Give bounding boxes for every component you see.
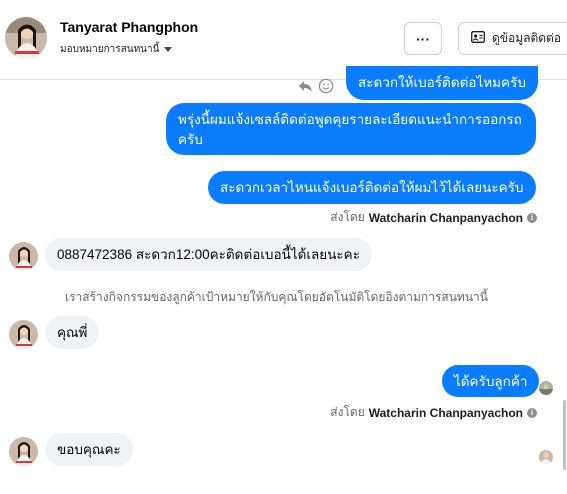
contact-name[interactable]: Tanyarat Phangphon (60, 19, 198, 35)
message-text: พรุ่งนี้ผมแจ้งเซลล์ติดต่อพูดคุยรายละเอีย… (178, 112, 522, 147)
caret-down-icon (164, 47, 173, 52)
incoming-message-bubble[interactable]: ขอบคุณคะ (45, 433, 133, 466)
scrollbar[interactable] (563, 400, 566, 470)
outgoing-message-bubble[interactable]: สะดวกเวลาไหนแจ้งเบอร์ติดต่อให้ผมไว้ได้เล… (208, 171, 536, 204)
contact-avatar-small[interactable] (9, 320, 38, 349)
sent-by-label: ส่งโดย Watcharin Chanpanyachon i (330, 403, 537, 422)
sender-name[interactable]: Watcharin Chanpanyachon (369, 406, 523, 420)
system-activity-note: เราสร้างกิจกรรมของลูกค้าเป้าหมายให้กับคุ… (65, 290, 488, 304)
outgoing-message-bubble[interactable]: สะดวกให้เบอร์ติดต่อไหมครับ (346, 66, 538, 100)
info-icon[interactable]: i (527, 407, 537, 418)
view-contact-label: ดูข้อมูลติดต่อ (492, 31, 562, 45)
outgoing-message-bubble[interactable]: พรุ่งนี้ผมแจ้งเซลล์ติดต่อพูดคุยรายละเอีย… (166, 103, 536, 155)
message-text: คุณพี่ (57, 325, 88, 340)
more-options-button[interactable]: ··· (404, 22, 442, 55)
info-icon[interactable]: i (527, 212, 537, 223)
contact-avatar-small[interactable] (9, 242, 38, 271)
assign-conversation-dropdown[interactable]: มอบหมายการสนทนานี้ (60, 42, 173, 57)
message-text: ได้ครับลูกค้า (454, 374, 528, 389)
message-text: สะดวกให้เบอร์ติดต่อไหมครับ (358, 75, 526, 90)
seen-receipt-avatar (539, 450, 553, 464)
message-text: 0887472386 สะดวก12:00คะติดต่อเบอนี้ได้เล… (57, 247, 360, 262)
sent-by-prefix: ส่งโดย (330, 210, 365, 224)
reply-icon[interactable] (298, 79, 314, 98)
sender-name[interactable]: Watcharin Chanpanyachon (369, 211, 523, 225)
incoming-message-bubble[interactable]: 0887472386 สะดวก12:00คะติดต่อเบอนี้ได้เล… (45, 238, 372, 271)
message-hover-actions (298, 78, 334, 99)
message-text: ขอบคุณคะ (57, 442, 121, 457)
contact-avatar-small[interactable] (9, 437, 38, 466)
react-smiley-icon[interactable] (318, 78, 334, 99)
read-receipt-avatar (539, 381, 553, 395)
incoming-message-bubble[interactable]: คุณพี่ (45, 316, 100, 349)
sent-by-label: ส่งโดย Watcharin Chanpanyachon i (330, 208, 537, 227)
more-options-label: ··· (416, 30, 430, 47)
contact-avatar[interactable] (5, 17, 47, 59)
sent-by-prefix: ส่งโดย (330, 405, 365, 419)
assign-label: มอบหมายการสนทนานี้ (60, 44, 160, 55)
outgoing-message-bubble[interactable]: ได้ครับลูกค้า (442, 365, 540, 397)
message-text: สะดวกเวลาไหนแจ้งเบอร์ติดต่อให้ผมไว้ได้เล… (220, 180, 524, 195)
contact-card-icon (471, 31, 485, 46)
view-contact-button[interactable]: ดูข้อมูลติดต่อ (458, 22, 567, 55)
